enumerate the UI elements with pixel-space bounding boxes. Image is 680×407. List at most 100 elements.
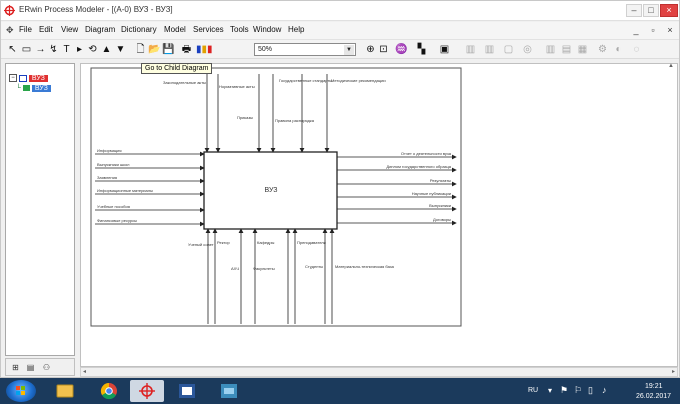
activity-tree-icon (18, 74, 27, 82)
mechanism-label-1: Ученый совет (188, 242, 214, 247)
close-button[interactable]: × (660, 4, 678, 17)
zoom-select[interactable]: 50% ▼ (254, 43, 356, 56)
mechanism-label-8: Материально-техническая база (335, 264, 395, 269)
go-to-child-diagram-icon[interactable]: ▼ (113, 42, 128, 57)
tree-root-node[interactable]: − ВУЗ (9, 74, 48, 83)
mechanism-label-7: Студенты (305, 264, 323, 269)
horizontal-scrollbar[interactable]: ◂ ▸ (80, 367, 678, 377)
menu-bar: ✥ File Edit View Diagram Dictionary Mode… (1, 22, 679, 39)
tooltip: Go to Child Diagram (141, 63, 213, 74)
battery-icon[interactable]: ▯ (588, 385, 593, 396)
mdi-close-button[interactable]: × (663, 25, 677, 35)
input-label-6: Финансовые ресурсы (97, 218, 137, 223)
clock-date[interactable]: 26.02.2017 (636, 393, 671, 400)
gray-tool-5-icon[interactable]: ▥ (543, 42, 558, 57)
menu-model[interactable]: Model (164, 25, 186, 34)
volume-icon[interactable]: ♪ (602, 385, 607, 395)
pointer-tool-icon[interactable]: ↖ (5, 42, 20, 57)
color-palette-icon[interactable]: ▮▮▮ (196, 42, 213, 57)
mechanism-label-5: Факультеты (253, 266, 275, 271)
control-label-5: Приказы (237, 115, 253, 120)
gray-tool-10-icon[interactable]: ◌ (629, 42, 644, 57)
output-arrows: Отчет о деятельности вуза Диплом государ… (337, 151, 457, 226)
menu-dictionary[interactable]: Dictionary (121, 25, 157, 34)
gray-tool-6-icon[interactable]: ▤ (559, 42, 574, 57)
box-tool-icon[interactable]: ▭ (19, 42, 34, 57)
word-task-icon[interactable] (170, 380, 204, 402)
model-explorer-icon[interactable]: ♒ (394, 42, 409, 57)
maximize-button[interactable]: □ (643, 4, 659, 17)
gray-tool-2-icon[interactable]: ▥ (482, 42, 497, 57)
taskbar: RU ▾ ⚑ ⚐ ▯ ♪ 19:21 26.02.2017 (0, 378, 680, 404)
document-icon[interactable]: ✥ (6, 25, 14, 36)
menu-file[interactable]: File (19, 25, 32, 34)
menu-edit[interactable]: Edit (39, 25, 53, 34)
mechanism-label-4: Кафедры (257, 240, 275, 245)
erwin-app-icon (4, 5, 15, 16)
control-label-2: Нормативные акты (219, 84, 255, 89)
menu-services[interactable]: Services (193, 25, 224, 34)
scroll-left-arrow-icon[interactable]: ◂ (83, 368, 86, 375)
control-label-3: Государственные стандарты (279, 78, 332, 83)
input-label-1: Информация (97, 148, 122, 153)
gray-tool-4-icon[interactable]: ◎ (520, 42, 535, 57)
menu-diagram[interactable]: Diagram (85, 25, 115, 34)
new-file-icon[interactable]: 🗋 (133, 42, 148, 57)
title-bar: ERwin Process Modeler - [(A-0) ВУЗ - ВУЗ… (1, 1, 679, 21)
clock-time[interactable]: 19:21 (645, 383, 663, 390)
output-label-4: Научные публикации (412, 191, 451, 196)
control-label-6: Правила распорядка (275, 118, 315, 123)
diagram-canvas[interactable]: ВУЗ Информация Выпускники школ Заявления… (80, 63, 678, 367)
toolbar: ↖ ▭ → ↯ T ▸ ⟲ ▲ ▼ 🗋 📂 💾 🖶 ▮▮▮ 50% ▼ ⊕ ⊡ … (1, 39, 679, 59)
tree-branch-icon: └ (16, 85, 21, 92)
chrome-task-icon[interactable] (92, 380, 126, 402)
tree-expand-icon[interactable]: − (9, 74, 17, 83)
gray-tool-1-icon[interactable]: ▥ (463, 42, 478, 57)
tab-diagrams-icon[interactable]: ▤ (24, 362, 37, 374)
network-icon[interactable]: ⚑ (560, 385, 568, 396)
off-page-reference-icon[interactable]: ⟲ (85, 42, 100, 57)
mdi-restore-button[interactable]: ▫ (646, 25, 660, 35)
tree-root-label: ВУЗ (28, 75, 48, 82)
gray-tool-9-icon[interactable]: ◐ (611, 42, 626, 57)
scroll-right-arrow-icon[interactable]: ▸ (672, 368, 675, 375)
scroll-up-arrow-icon[interactable]: ▲ (665, 63, 677, 73)
windows-logo-icon (16, 386, 25, 395)
menu-help[interactable]: Help (288, 25, 304, 34)
start-button[interactable] (6, 380, 36, 402)
menu-view[interactable]: View (61, 25, 78, 34)
print-icon[interactable]: 🖶 (179, 42, 194, 57)
erwin-task-icon[interactable] (130, 380, 164, 402)
report-icon[interactable]: ▣ (437, 42, 452, 57)
arrange-icon[interactable]: ▚ (414, 42, 429, 57)
explorer-tabs: ⊞ ▤ ⚇ (5, 358, 75, 376)
app-task-icon[interactable] (212, 380, 246, 402)
minimize-button[interactable]: – (626, 4, 642, 17)
control-label-1: Законодательные акты (163, 80, 206, 85)
mechanism-label-6: Преподаватели (297, 240, 326, 245)
gray-tool-3-icon[interactable]: ▢ (501, 42, 516, 57)
save-icon[interactable]: 💾 (161, 42, 176, 57)
explorer-task-icon[interactable] (48, 380, 82, 402)
input-label-4: Информационные материалы (97, 188, 153, 193)
erwin-window: ERwin Process Modeler - [(A-0) ВУЗ - ВУЗ… (0, 0, 680, 378)
gray-tool-8-icon[interactable]: ⚙ (595, 42, 610, 57)
language-indicator[interactable]: RU (528, 387, 538, 394)
output-label-3: Результаты (430, 178, 451, 183)
go-to-parent-diagram-icon[interactable]: ▲ (99, 42, 114, 57)
menu-tools[interactable]: Tools (230, 25, 249, 34)
menu-window[interactable]: Window (253, 25, 281, 34)
tray-chevron-icon[interactable]: ▾ (548, 386, 552, 395)
zoom-fit-icon[interactable]: ⊡ (376, 42, 391, 57)
output-label-2: Диплом государственного образца (386, 164, 451, 169)
input-arrows: Информация Выпускники школ Заявления Инф… (95, 148, 205, 227)
gray-tool-7-icon[interactable]: ▦ (575, 42, 590, 57)
tab-activities-icon[interactable]: ⊞ (9, 362, 22, 374)
tab-objects-icon[interactable]: ⚇ (40, 362, 53, 374)
action-center-icon[interactable]: ⚐ (574, 385, 582, 396)
chevron-down-icon[interactable]: ▼ (344, 45, 354, 55)
input-label-2: Выпускники школ (97, 162, 130, 167)
tree-child-node[interactable]: └ ВУЗ (16, 84, 51, 93)
open-file-icon[interactable]: 📂 (147, 42, 162, 57)
mdi-minimize-button[interactable]: _ (629, 25, 643, 35)
